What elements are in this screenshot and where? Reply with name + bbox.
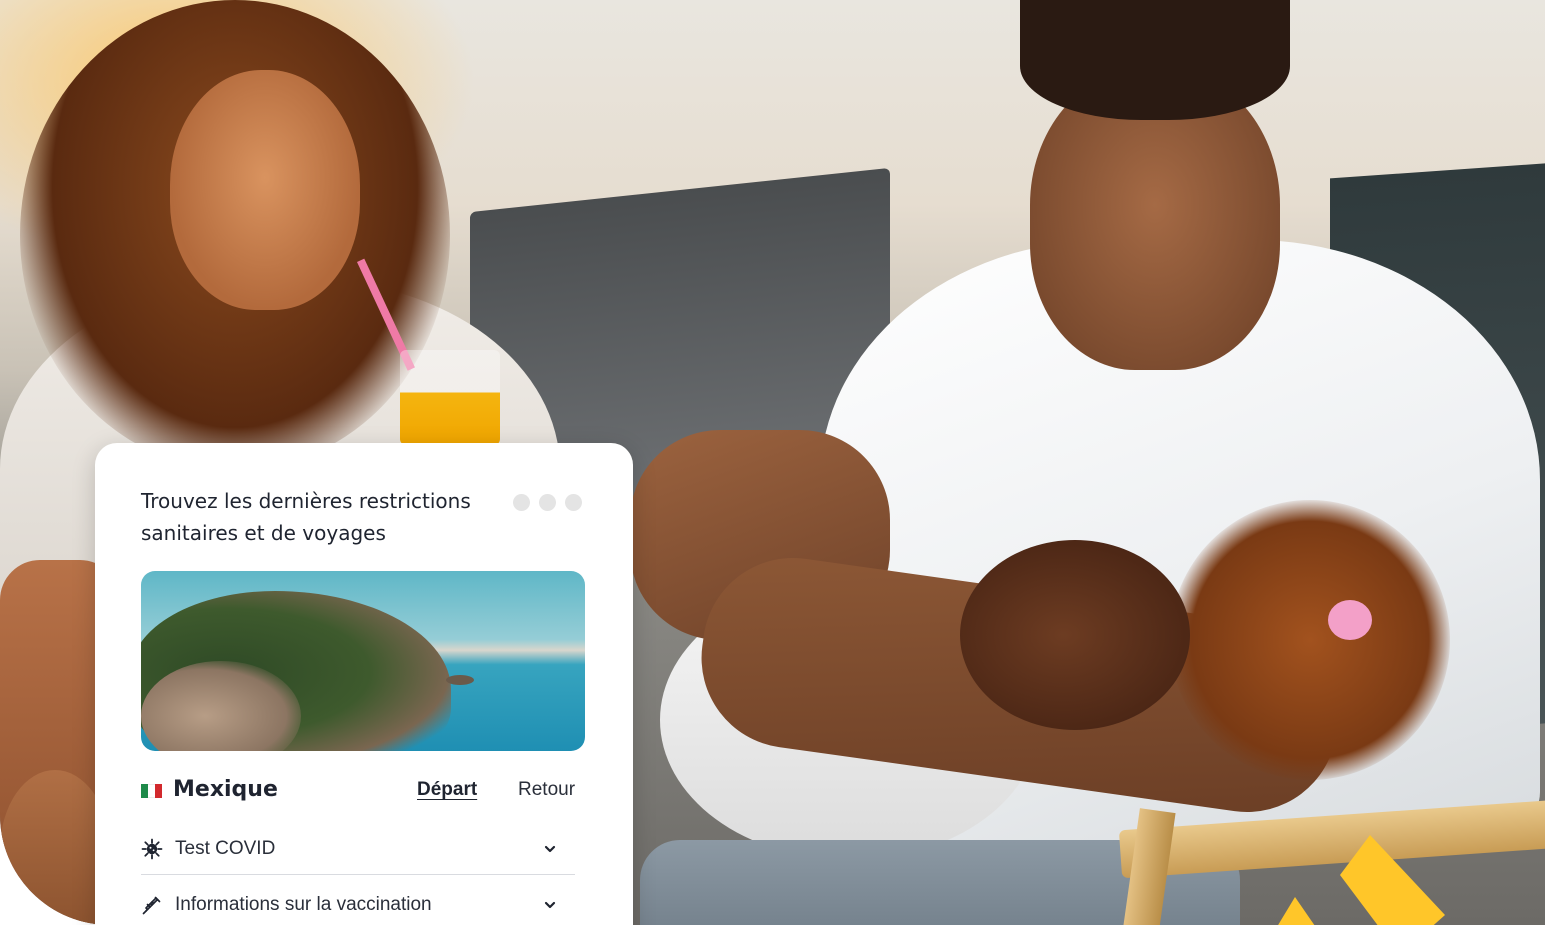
child-hair-bow	[1328, 600, 1372, 640]
tab-departure[interactable]: Départ	[417, 777, 477, 803]
destination-image	[141, 571, 585, 751]
virus-icon	[141, 838, 163, 860]
man-hair	[1020, 0, 1290, 120]
travel-restrictions-card: Trouvez les dernières restrictions sanit…	[95, 443, 633, 925]
dot-3	[565, 494, 582, 511]
child-hair	[1170, 500, 1450, 780]
small-islet	[446, 675, 474, 685]
chevron-down-icon	[544, 901, 556, 909]
chevron-down-icon	[544, 845, 556, 853]
window-dots	[513, 494, 582, 511]
woman-knee	[0, 770, 110, 925]
accordion-vaccination-info[interactable]: Informations sur la vaccination	[141, 885, 575, 925]
accordion-covid-test[interactable]: Test COVID	[141, 829, 575, 869]
card-title: Trouvez les dernières restrictions sanit…	[141, 489, 471, 545]
accordion-divider	[141, 874, 575, 875]
accordion-label: Informations sur la vaccination	[175, 894, 432, 915]
dot-1	[513, 494, 530, 511]
syringe-icon	[142, 896, 161, 915]
orange-juice-glass	[400, 350, 500, 445]
country-row: Mexique Départ Retour	[141, 775, 581, 805]
tab-return[interactable]: Retour	[518, 777, 575, 803]
dot-2	[539, 494, 556, 511]
accordion-label: Test COVID	[175, 838, 276, 859]
woman-face	[170, 70, 360, 310]
child-face	[960, 540, 1190, 730]
decorative-yellow-shape	[1278, 835, 1445, 925]
mexico-flag-icon	[141, 784, 162, 798]
country-name: Mexique	[173, 777, 278, 802]
hero-section: Trouvez les dernières restrictions sanit…	[0, 0, 1545, 925]
